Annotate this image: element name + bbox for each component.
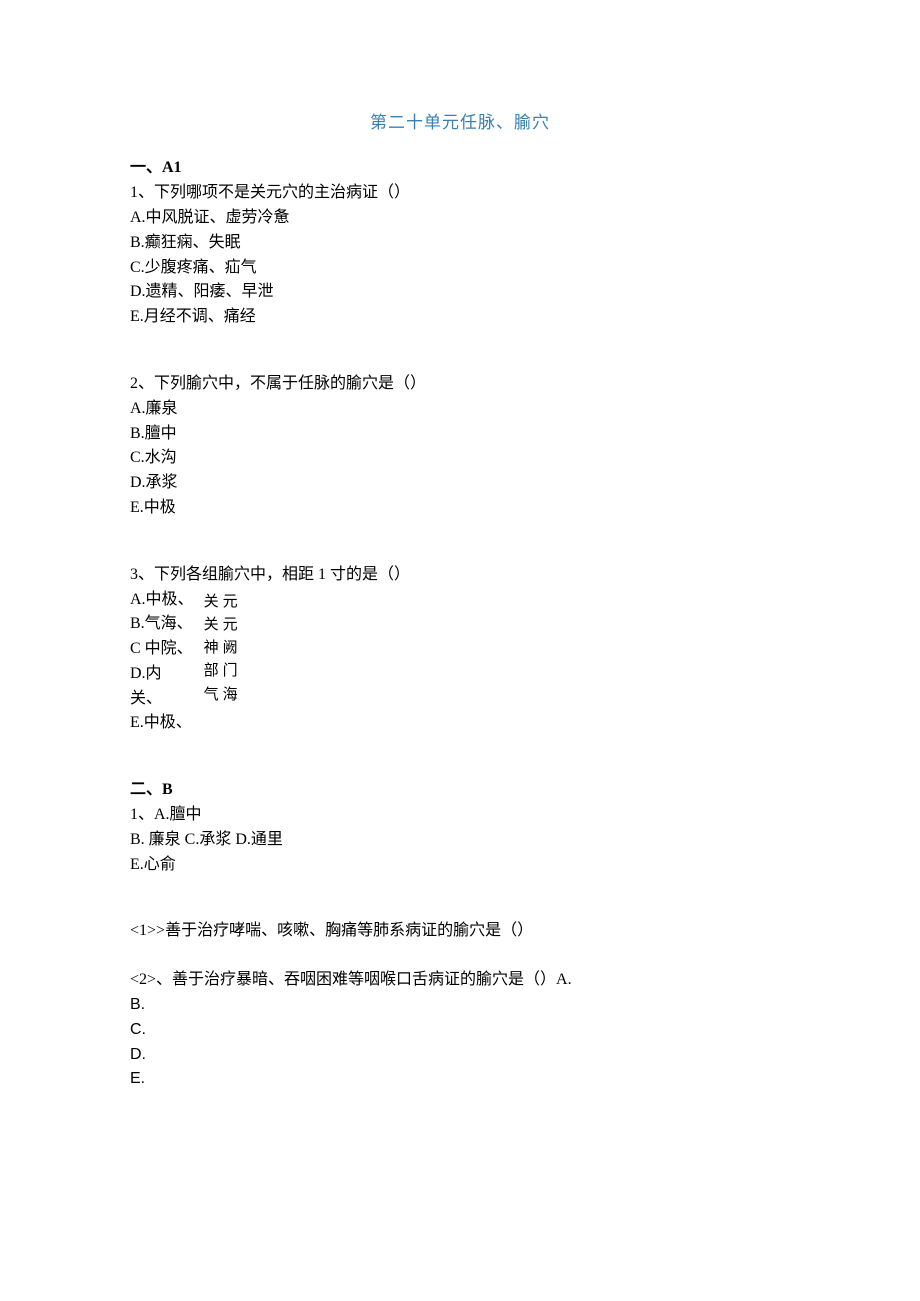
options-line-2: B. 廉泉 C.承浆 D.通里 (130, 828, 790, 853)
option-b: B.膻中 (130, 422, 790, 447)
option-a: A.廉泉 (130, 397, 790, 422)
option-a: A.中风脱证、虚劳冷惫 (130, 206, 790, 231)
option-b-label: B. (130, 993, 790, 1018)
section-b-heading: 二、B (130, 778, 790, 803)
option-c: C.水沟 (130, 446, 790, 471)
question-3: 3、下列各组腧穴中，相距 1 寸的是（） A.中极、 B.气海、 C 中院、 D… (130, 563, 790, 737)
option-a-left: A.中极、 (130, 588, 194, 613)
sub-question-2: <2>、善于治疗暴暗、吞咽困难等咽喉口舌病证的腧穴是（）A. B. C. D. … (130, 968, 790, 1092)
option-d: D.遗精、阳痿、早泄 (130, 280, 790, 305)
q3-right-2: 关元 (204, 614, 242, 637)
option-e: E.中极 (130, 496, 790, 521)
question-stem: 2、下列腧穴中，不属于任脉的腧穴是（） (130, 372, 790, 397)
sub-stem-2: <2>、善于治疗暴暗、吞咽困难等咽喉口舌病证的腧穴是（）A. (130, 968, 790, 993)
sub-stem-1: <1>>善于治疗哮喘、咳嗽、胸痛等肺系病证的腧穴是（） (130, 919, 790, 944)
option-d-left: D.内 (130, 662, 194, 687)
question-stem: 3、下列各组腧穴中，相距 1 寸的是（） (130, 563, 790, 588)
question-stem: 1、下列哪项不是关元穴的主治病证（） (130, 181, 790, 206)
option-c-left: C 中院、 (130, 637, 194, 662)
option-d-left-2: 关、 (130, 687, 194, 712)
option-b-left: B.气海、 (130, 612, 194, 637)
option-c-label: C. (130, 1018, 790, 1043)
option-d-label: D. (130, 1043, 790, 1068)
q3-right-3: 神阙 (204, 637, 242, 660)
option-e-left: E.中极、 (130, 711, 194, 736)
page-title: 第二十单元任脉、腧穴 (130, 110, 790, 136)
q3-right-column: 关元 关元 神阙 部门 气海 (204, 588, 242, 737)
option-d: D.承浆 (130, 471, 790, 496)
option-b: B.癫狂痫、失眠 (130, 231, 790, 256)
question-2: 2、下列腧穴中，不属于任脉的腧穴是（） A.廉泉 B.膻中 C.水沟 D.承浆 … (130, 372, 790, 521)
q3-left-column: A.中极、 B.气海、 C 中院、 D.内 关、 E.中极、 (130, 588, 194, 737)
question-stem: 1、A.膻中 (130, 803, 790, 828)
question-1: 1、下列哪项不是关元穴的主治病证（） A.中风脱证、虚劳冷惫 B.癫狂痫、失眠 … (130, 181, 790, 330)
option-e-label: E. (130, 1067, 790, 1092)
q3-right-5: 气海 (204, 684, 242, 707)
option-e: E.月经不调、痛经 (130, 305, 790, 330)
option-c: C.少腹疼痛、疝气 (130, 256, 790, 281)
q3-right-1: 关元 (204, 591, 242, 614)
section-a-heading: 一、A1 (130, 156, 790, 181)
q3-right-4: 部门 (204, 660, 242, 683)
document-body: 一、A1 1、下列哪项不是关元穴的主治病证（） A.中风脱证、虚劳冷惫 B.癫狂… (130, 156, 790, 1092)
sub-question-1: <1>>善于治疗哮喘、咳嗽、胸痛等肺系病证的腧穴是（） (130, 919, 790, 944)
option-e: E.心俞 (130, 853, 790, 878)
question-b1: 1、A.膻中 B. 廉泉 C.承浆 D.通里 E.心俞 (130, 803, 790, 877)
